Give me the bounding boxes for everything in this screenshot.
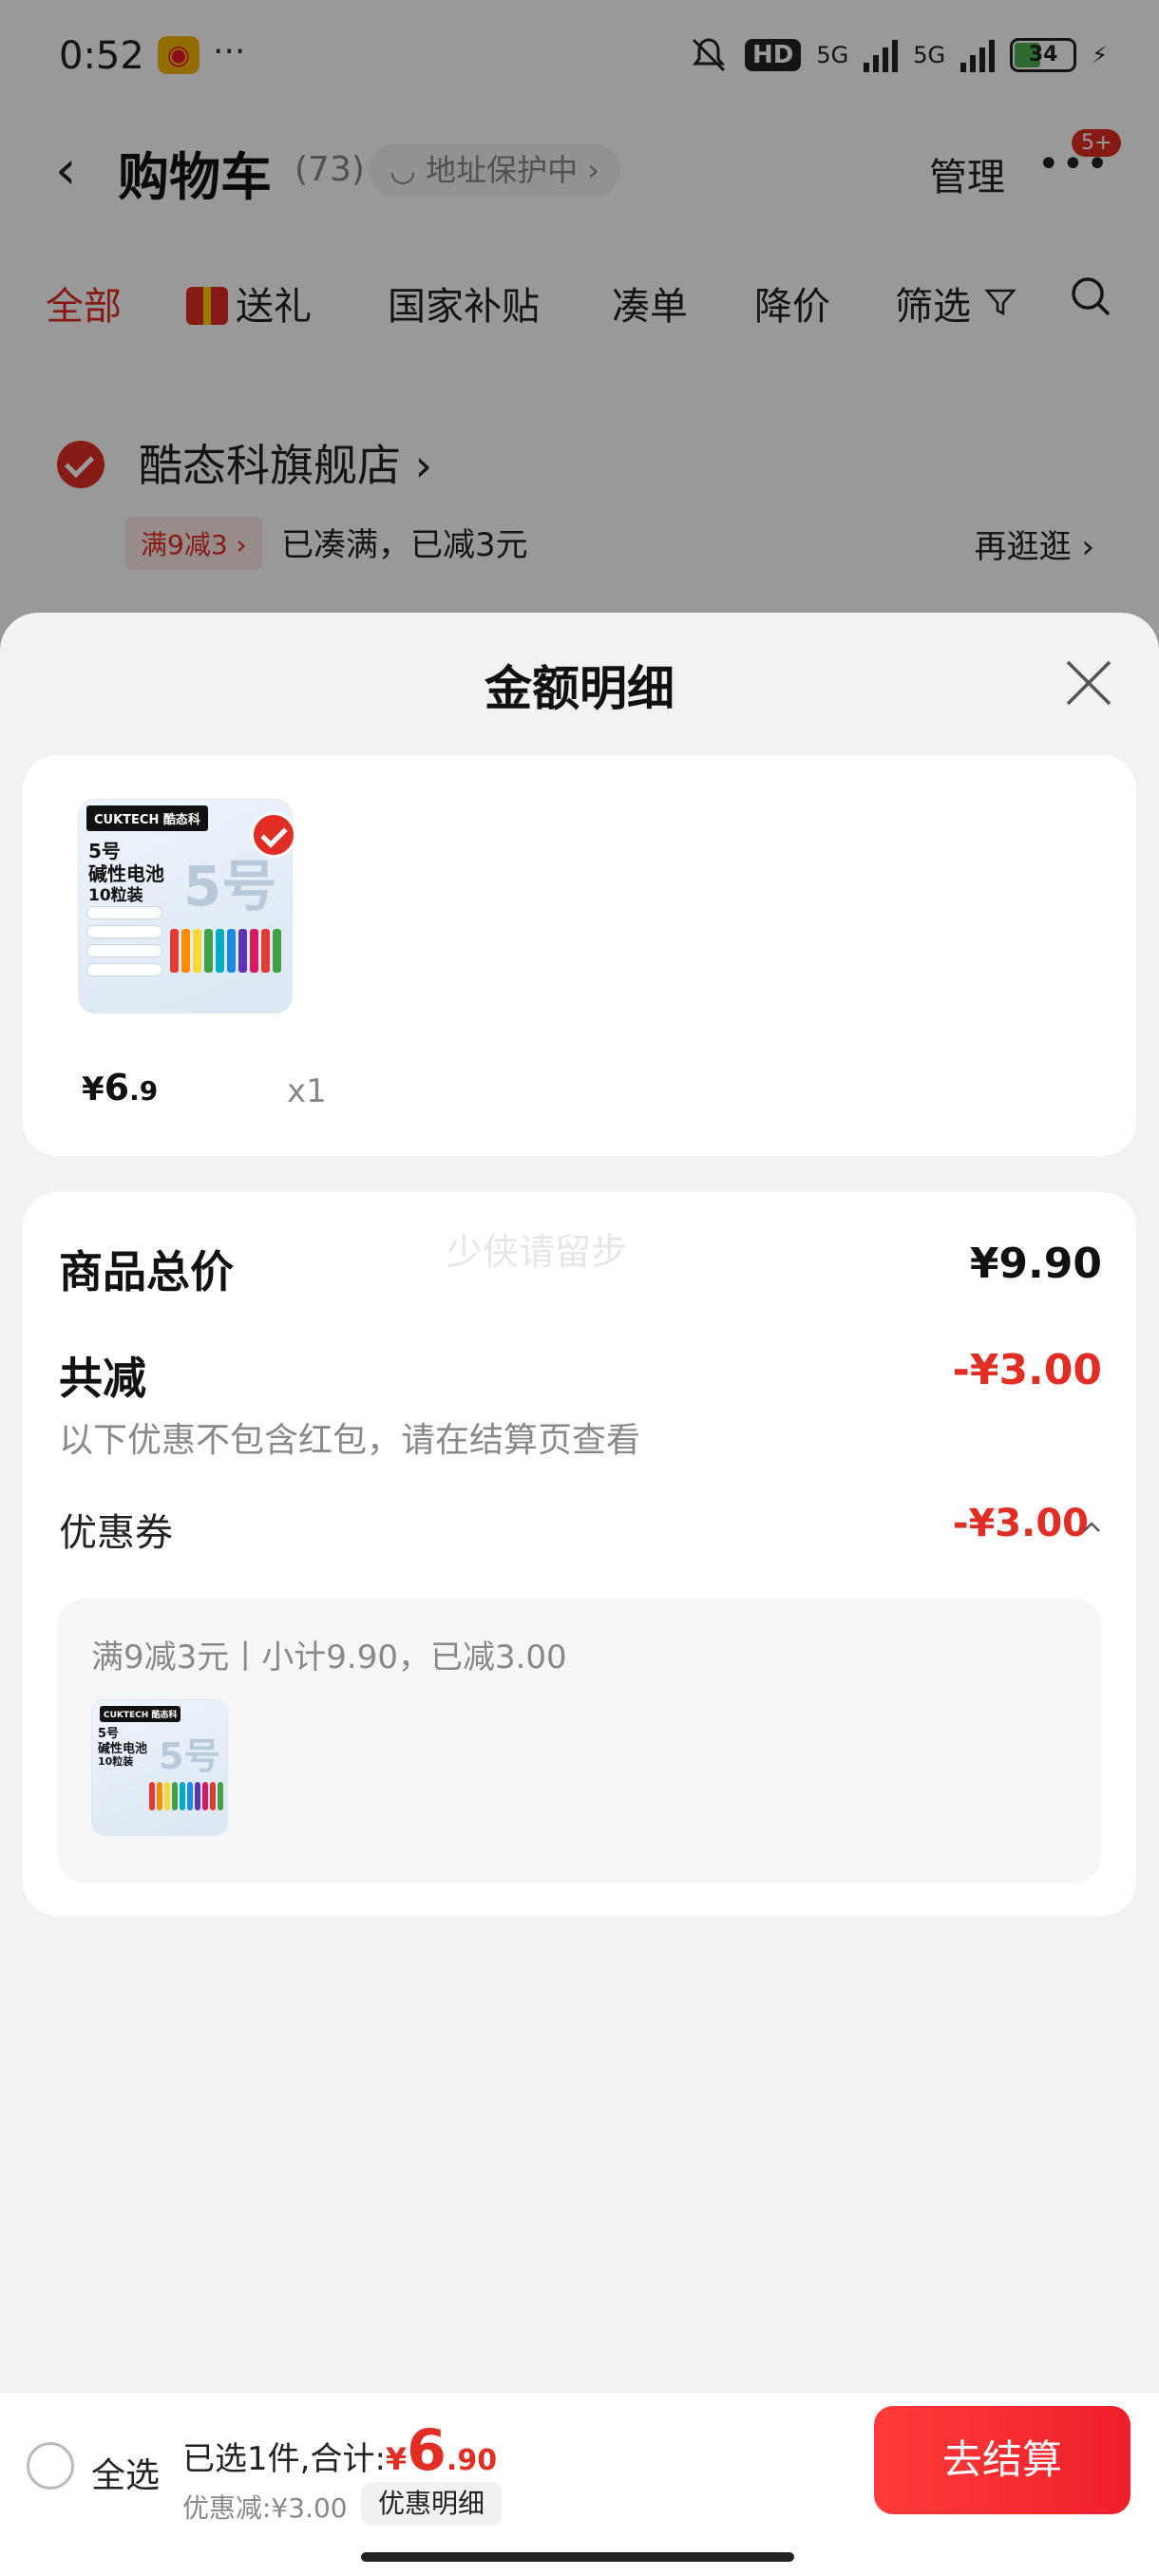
sheet-title: 金额明细 (484, 661, 674, 716)
total-currency: ¥ (385, 2441, 408, 2477)
selection-summary: 已选1件,合计:¥6.90 (182, 2417, 497, 2484)
total-integer: 6 (407, 2417, 446, 2484)
coupon-detail-box: 满9减3元丨小计9.90，已减3.00 CUKTECH 酷态科 5号 碱性电池 … (57, 1599, 1102, 1884)
discount-detail-button[interactable]: 优惠明细 (361, 2482, 503, 2526)
thumb-brand: CUKTECH 酷态科 (100, 1706, 181, 1722)
reduction-note: 以下优惠不包含红包，请在结算页查看 (59, 1421, 641, 1460)
product-image-brand: CUKTECH 酷态科 (86, 805, 208, 831)
product-image-line3: 10粒装 (88, 886, 143, 905)
battery-row-graphic (170, 929, 281, 973)
coupon-description: 满9减3元丨小计9.90，已减3.00 (91, 1638, 567, 1676)
total-reduction-label: 共减 (59, 1353, 146, 1404)
total-amount: ¥6.90 (385, 2417, 498, 2484)
product-selected-check-icon (251, 812, 296, 858)
thumb-line3: 10粒装 (98, 1755, 134, 1768)
chevron-up-icon[interactable] (1079, 1515, 1104, 1540)
coupon-value[interactable]: -¥3.00 (953, 1502, 1089, 1545)
home-indicator[interactable] (361, 2552, 794, 2562)
product-card: CUKTECH 酷态科 5号 碱性电池 10粒装 5号 ¥6.9 x1 (23, 755, 1136, 1156)
select-all-label[interactable]: 全选 (91, 2448, 160, 2497)
total-price-value: ¥9.90 (969, 1240, 1102, 1288)
coupon-label: 优惠券 (59, 1511, 173, 1555)
price-detail-card: 少侠请留步 商品总价 ¥9.90 共减 -¥3.00 以下优惠不包含红包，请在结… (23, 1192, 1136, 1916)
total-reduction-value: -¥3.00 (952, 1346, 1102, 1394)
close-icon[interactable] (1062, 656, 1115, 710)
total-decimal: .90 (446, 2444, 498, 2477)
checkout-button[interactable]: 去结算 (874, 2406, 1130, 2514)
product-quantity: x1 (287, 1072, 327, 1110)
thumb-battery-row-graphic (149, 1782, 223, 1810)
product-price: ¥6.9 (82, 1067, 158, 1108)
checkout-bar: 全选 已选1件,合计:¥6.90 优惠减:¥3.00 优惠明细 去结算 (0, 2392, 1159, 2576)
total-price-label: 商品总价 (59, 1246, 234, 1297)
price-integer: 6 (104, 1067, 130, 1108)
watermark: 少侠请留步 (446, 1231, 628, 1273)
price-currency: ¥ (82, 1070, 104, 1108)
summary-prefix: 已选1件,合计: (182, 2440, 386, 2478)
thumb-big-label: 5号 (159, 1735, 220, 1777)
price-decimal: .9 (129, 1075, 159, 1107)
amount-detail-sheet: 金额明细 CUKTECH 酷态科 5号 碱性电池 10粒装 5号 ¥6.9 x1… (0, 613, 1159, 2392)
coupon-product-thumbnail: CUKTECH 酷态科 5号 碱性电池 10粒装 5号 (91, 1699, 228, 1836)
select-all-checkbox[interactable] (27, 2442, 74, 2490)
discount-summary: 优惠减:¥3.00 (182, 2492, 348, 2524)
